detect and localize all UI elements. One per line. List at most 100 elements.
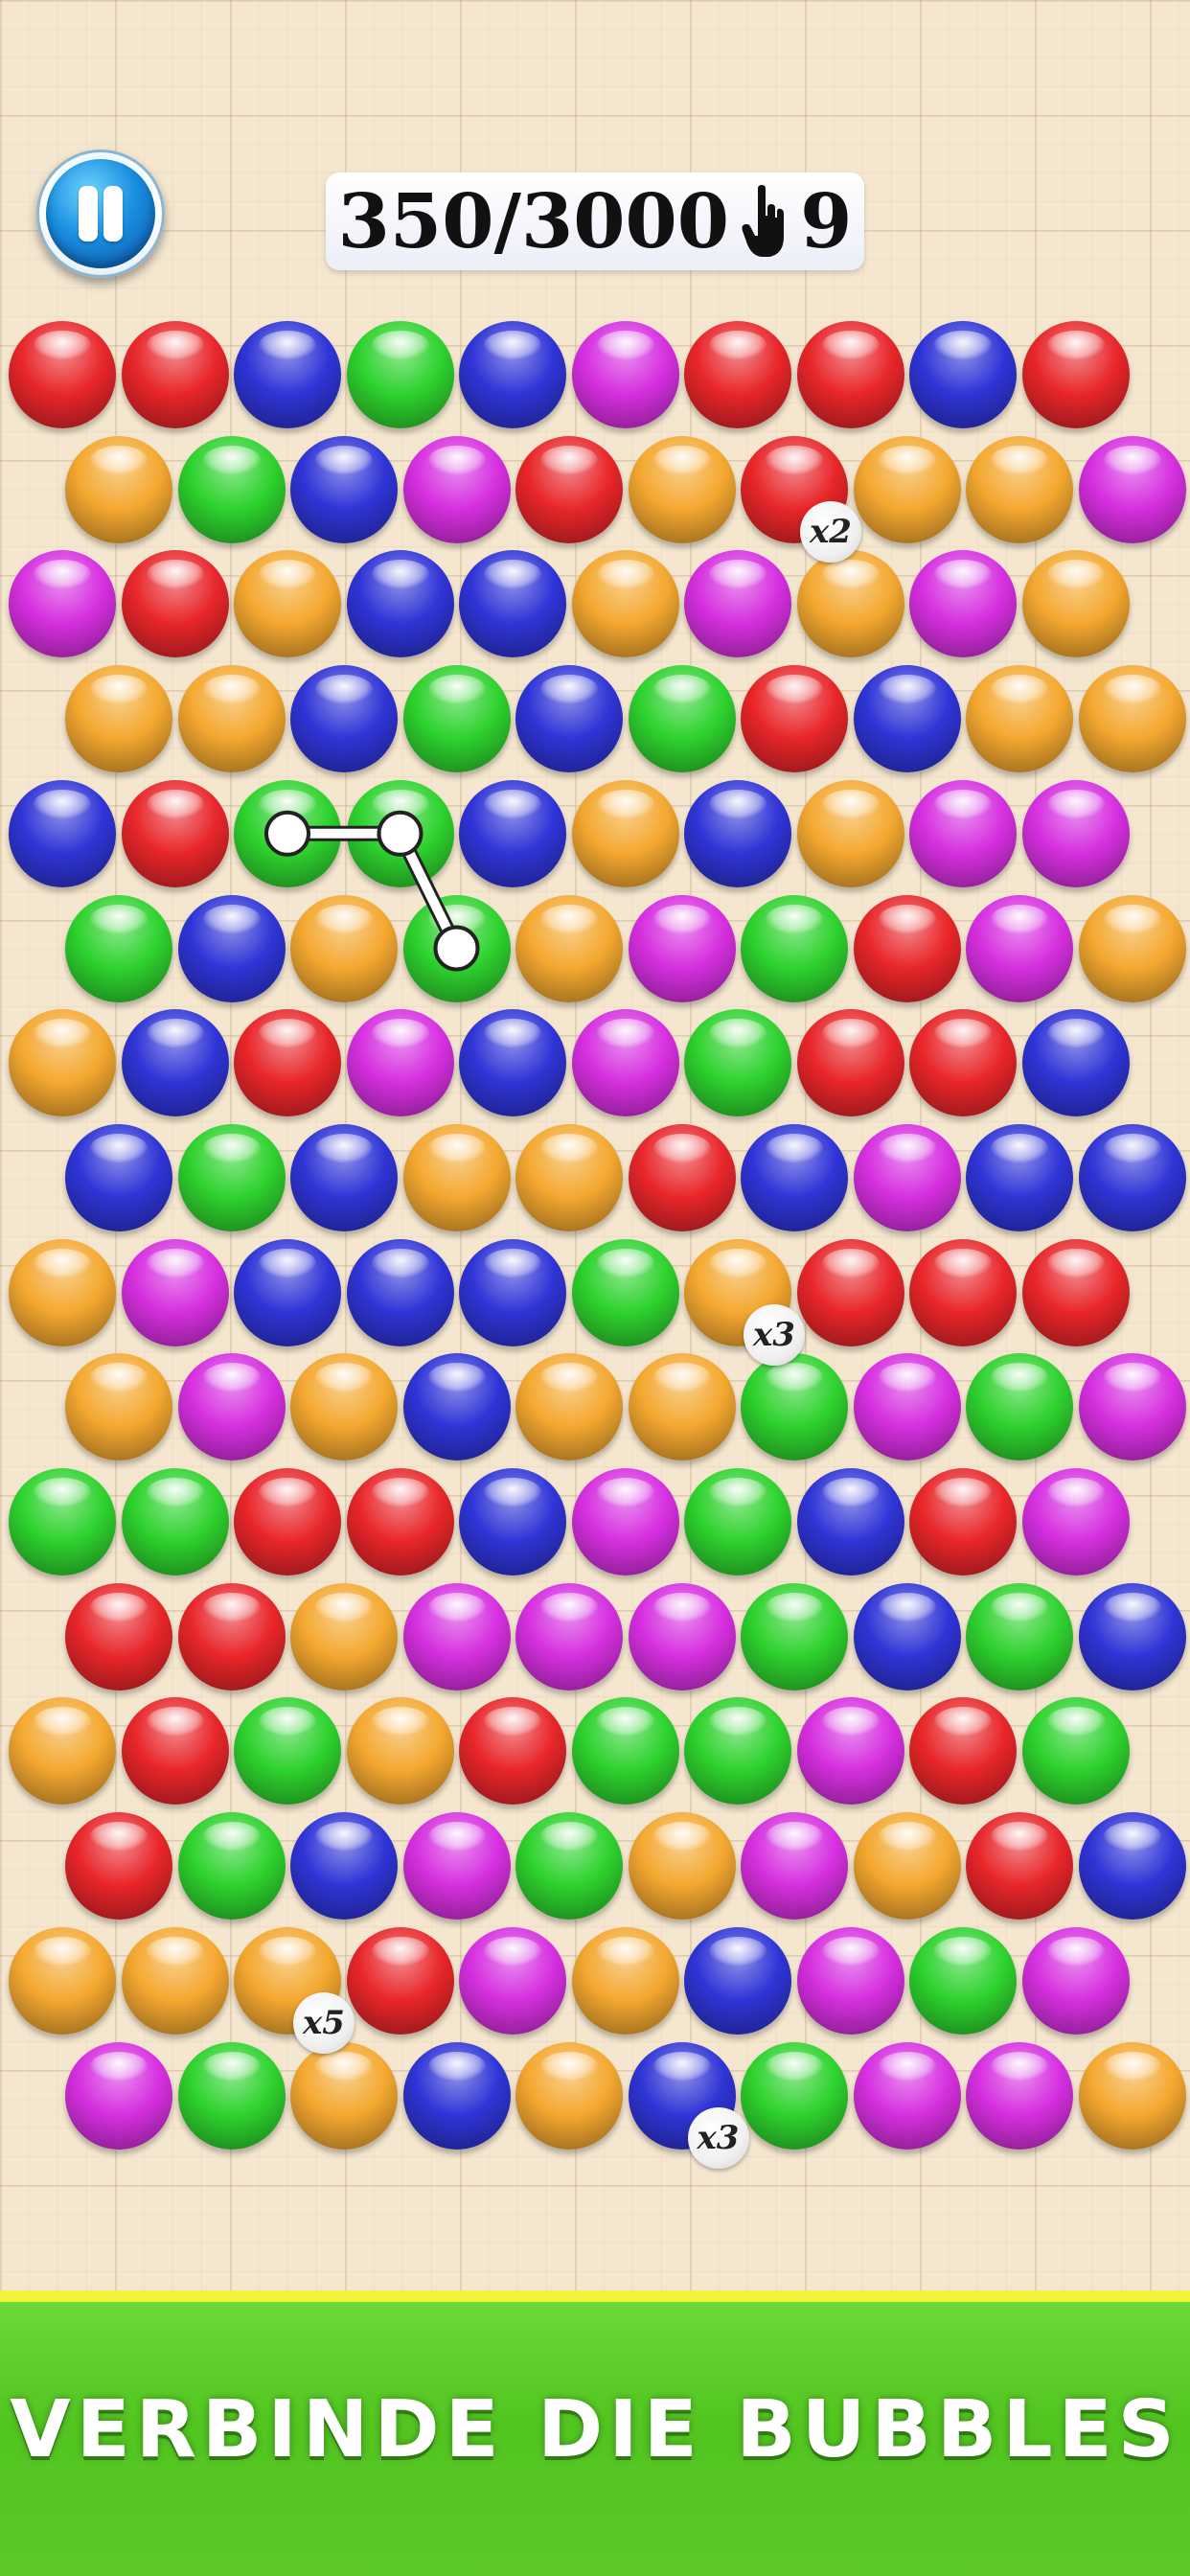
magenta-bubble[interactable] — [1078, 1353, 1186, 1461]
blue-bubble[interactable] — [9, 779, 116, 887]
magenta-bubble[interactable] — [402, 1812, 511, 1920]
red-bubble[interactable] — [121, 779, 229, 887]
magenta-bubble[interactable] — [402, 1582, 511, 1690]
blue-bubble[interactable] — [1021, 1009, 1130, 1117]
magenta-bubble[interactable] — [628, 1582, 736, 1690]
magenta-bubble[interactable] — [796, 1697, 904, 1806]
orange-bubble[interactable] — [290, 894, 398, 1002]
orange-bubble[interactable] — [1021, 550, 1130, 658]
orange-bubble[interactable] — [346, 1697, 454, 1806]
orange-bubble[interactable] — [515, 894, 623, 1002]
orange-bubble[interactable] — [966, 665, 1073, 773]
red-bubble[interactable] — [121, 321, 229, 428]
orange-bubble[interactable] — [571, 779, 679, 887]
magenta-bubble[interactable] — [571, 1468, 679, 1576]
magenta-bubble[interactable] — [909, 779, 1017, 887]
magenta-bubble[interactable] — [459, 1926, 566, 2035]
orange-bubble[interactable] — [121, 1926, 229, 2035]
orange-bubble[interactable] — [290, 2041, 398, 2150]
magenta-bubble[interactable] — [1021, 779, 1130, 887]
orange-bubble[interactable] — [290, 1582, 398, 1690]
blue-bubble[interactable] — [459, 1238, 566, 1346]
magenta-bubble[interactable] — [402, 435, 511, 543]
blue-bubble[interactable] — [853, 665, 961, 773]
blue-bubble[interactable] — [234, 321, 341, 428]
pause-button[interactable] — [36, 150, 165, 278]
orange-bubble[interactable] — [628, 1812, 736, 1920]
red-bubble[interactable] — [966, 1812, 1073, 1920]
orange-bubble[interactable] — [796, 550, 904, 658]
blue-bubble[interactable] — [459, 321, 566, 428]
red-bubble[interactable] — [796, 321, 904, 428]
blue-bubble[interactable] — [741, 1123, 848, 1231]
orange-bubble[interactable] — [628, 1353, 736, 1461]
magenta-bubble[interactable] — [684, 550, 791, 658]
blue-bubble[interactable] — [290, 435, 398, 543]
blue-bubble[interactable] — [402, 2041, 511, 2150]
red-bubble[interactable] — [65, 1812, 172, 1920]
green-bubble[interactable] — [177, 435, 286, 543]
magenta-bubble[interactable] — [121, 1238, 229, 1346]
magenta-bubble[interactable] — [346, 1009, 454, 1117]
orange-bubble[interactable] — [853, 1812, 961, 1920]
orange-bubble[interactable] — [1078, 894, 1186, 1002]
blue-bubble[interactable] — [459, 550, 566, 658]
green-bubble[interactable] — [741, 1582, 848, 1690]
red-bubble[interactable] — [909, 1697, 1017, 1806]
magenta-bubble[interactable] — [853, 1353, 961, 1461]
red-bubble[interactable] — [515, 435, 623, 543]
orange-bubble[interactable] — [628, 435, 736, 543]
orange-bubble[interactable] — [853, 435, 961, 543]
orange-bubble[interactable] — [65, 435, 172, 543]
magenta-bubble[interactable] — [65, 2041, 172, 2150]
red-bubble[interactable] — [909, 1009, 1017, 1117]
blue-bubble[interactable] — [290, 1123, 398, 1231]
blue-bubble[interactable] — [459, 1468, 566, 1576]
magenta-bubble[interactable] — [796, 1926, 904, 2035]
orange-bubble[interactable] — [177, 665, 286, 773]
green-bubble[interactable] — [571, 1697, 679, 1806]
blue-bubble[interactable] — [459, 779, 566, 887]
blue-bubble[interactable] — [290, 665, 398, 773]
orange-bubble[interactable] — [65, 1353, 172, 1461]
orange-bubble[interactable] — [290, 1353, 398, 1461]
green-bubble[interactable] — [1021, 1697, 1130, 1806]
blue-bubble[interactable] — [290, 1812, 398, 1920]
orange-bubble[interactable] — [515, 1123, 623, 1231]
orange-bubble[interactable] — [796, 779, 904, 887]
magenta-bubble[interactable] — [515, 1582, 623, 1690]
green-bubble[interactable] — [346, 779, 454, 887]
blue-bubble[interactable] — [684, 779, 791, 887]
orange-bubble[interactable] — [9, 1238, 116, 1346]
green-bubble[interactable] — [402, 894, 511, 1002]
magenta-bubble[interactable] — [628, 894, 736, 1002]
orange-bubble[interactable] — [571, 1926, 679, 2035]
blue-bubble[interactable] — [966, 1123, 1073, 1231]
green-bubble[interactable] — [684, 1009, 791, 1117]
magenta-bubble[interactable] — [1078, 435, 1186, 543]
blue-bubble[interactable] — [684, 1926, 791, 2035]
green-bubble[interactable] — [177, 1123, 286, 1231]
magenta-bubble[interactable] — [853, 2041, 961, 2150]
blue-bubble[interactable] — [402, 1353, 511, 1461]
magenta-bubble[interactable] — [853, 1123, 961, 1231]
red-bubble[interactable] — [346, 1468, 454, 1576]
green-bubble[interactable] — [966, 1353, 1073, 1461]
red-bubble[interactable] — [853, 894, 961, 1002]
orange-bubble[interactable] — [515, 1353, 623, 1461]
red-bubble[interactable] — [741, 665, 848, 773]
red-bubble[interactable] — [796, 1009, 904, 1117]
magenta-bubble[interactable] — [966, 894, 1073, 1002]
red-bubble[interactable] — [684, 321, 791, 428]
green-bubble[interactable] — [177, 1812, 286, 1920]
red-bubble[interactable] — [234, 1009, 341, 1117]
magenta-bubble[interactable] — [966, 2041, 1073, 2150]
orange-bubble[interactable] — [65, 665, 172, 773]
red-bubble[interactable] — [628, 1123, 736, 1231]
magenta-bubble[interactable] — [177, 1353, 286, 1461]
green-bubble[interactable] — [65, 894, 172, 1002]
blue-bubble[interactable] — [121, 1009, 229, 1117]
red-bubble[interactable] — [121, 550, 229, 658]
green-bubble[interactable] — [741, 2041, 848, 2150]
blue-bubble[interactable] — [1078, 1582, 1186, 1690]
